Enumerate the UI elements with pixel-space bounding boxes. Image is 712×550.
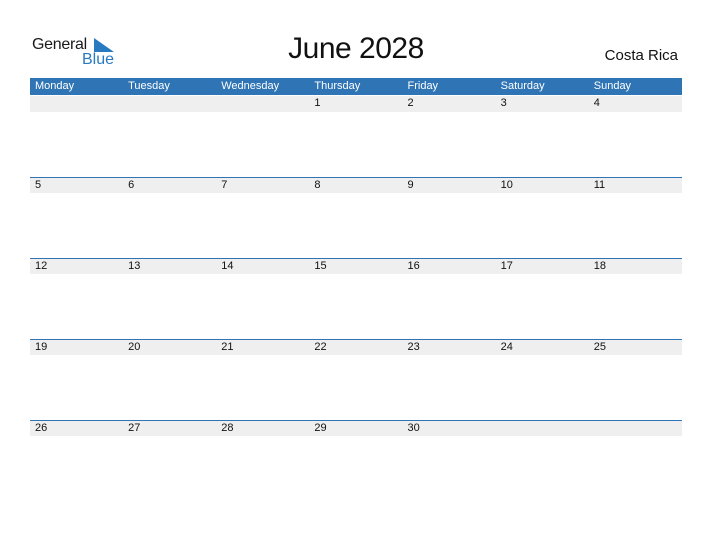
week-row: 19 20 21 22 23 24 25 — [30, 339, 682, 355]
day-cell[interactable]: 3 — [496, 96, 589, 112]
day-cell[interactable]: 19 — [30, 340, 123, 355]
day-cell[interactable]: 16 — [403, 259, 496, 274]
day-cell[interactable]: 20 — [123, 340, 216, 355]
day-cell[interactable]: 17 — [496, 259, 589, 274]
day-cell[interactable]: 1 — [309, 96, 402, 112]
week-date-bar: 12 13 14 15 16 17 18 — [30, 258, 682, 274]
week-row: 26 27 28 29 30 — [30, 420, 682, 436]
weekday-wednesday: Wednesday — [221, 80, 280, 92]
day-cell[interactable]: 11 — [589, 178, 682, 193]
empty-day-cell — [496, 421, 589, 436]
day-cell[interactable]: 9 — [403, 178, 496, 193]
day-cell[interactable]: 6 — [123, 178, 216, 193]
day-cell[interactable]: 21 — [216, 340, 309, 355]
empty-day-cell — [589, 421, 682, 436]
empty-day-cell — [123, 96, 216, 112]
country-label: Costa Rica — [604, 47, 678, 64]
weekday-thursday: Thursday — [314, 80, 361, 92]
weekday-sunday: Sunday — [593, 80, 632, 92]
day-cell[interactable]: 5 — [30, 178, 123, 193]
day-cell[interactable]: 30 — [403, 421, 496, 436]
week-date-bar: 5 6 7 8 9 10 11 — [30, 177, 682, 193]
day-cell[interactable]: 4 — [589, 96, 682, 112]
day-cell[interactable]: 10 — [496, 178, 589, 193]
weekday-monday: Monday — [35, 80, 75, 92]
day-cell[interactable]: 22 — [309, 340, 402, 355]
week-row: 5 6 7 8 9 10 11 — [30, 177, 682, 193]
day-cell[interactable]: 8 — [309, 178, 402, 193]
day-cell[interactable]: 14 — [216, 259, 309, 274]
week-date-bar: 26 27 28 29 30 — [30, 420, 682, 436]
empty-day-cell — [30, 96, 123, 112]
day-cell[interactable]: 2 — [403, 96, 496, 112]
day-cell[interactable]: 12 — [30, 259, 123, 274]
weekday-friday: Friday — [407, 80, 439, 92]
day-cell[interactable]: 26 — [30, 421, 123, 436]
day-cell[interactable]: 27 — [123, 421, 216, 436]
day-cell[interactable]: 18 — [589, 259, 682, 274]
day-cell[interactable]: 29 — [309, 421, 402, 436]
empty-day-cell — [216, 96, 309, 112]
day-cell[interactable]: 7 — [216, 178, 309, 193]
week-row: 12 13 14 15 16 17 18 — [30, 258, 682, 274]
day-cell[interactable]: 28 — [216, 421, 309, 436]
weekday-tuesday: Tuesday — [128, 80, 170, 92]
day-cell[interactable]: 23 — [403, 340, 496, 355]
day-cell[interactable]: 25 — [589, 340, 682, 355]
calendar-grid: Monday Tuesday Wednesday Thursday Friday… — [30, 78, 682, 436]
week-date-bar: 1234 — [30, 96, 682, 112]
week-date-bar: 19 20 21 22 23 24 25 — [30, 339, 682, 355]
day-cell[interactable]: 24 — [496, 340, 589, 355]
day-cell[interactable]: 15 — [309, 259, 402, 274]
weekday-saturday: Saturday — [500, 80, 545, 92]
day-cell[interactable]: 13 — [123, 259, 216, 274]
weekday-header-row: Monday Tuesday Wednesday Thursday Friday… — [30, 78, 682, 95]
week-row: 1234 — [30, 96, 682, 112]
